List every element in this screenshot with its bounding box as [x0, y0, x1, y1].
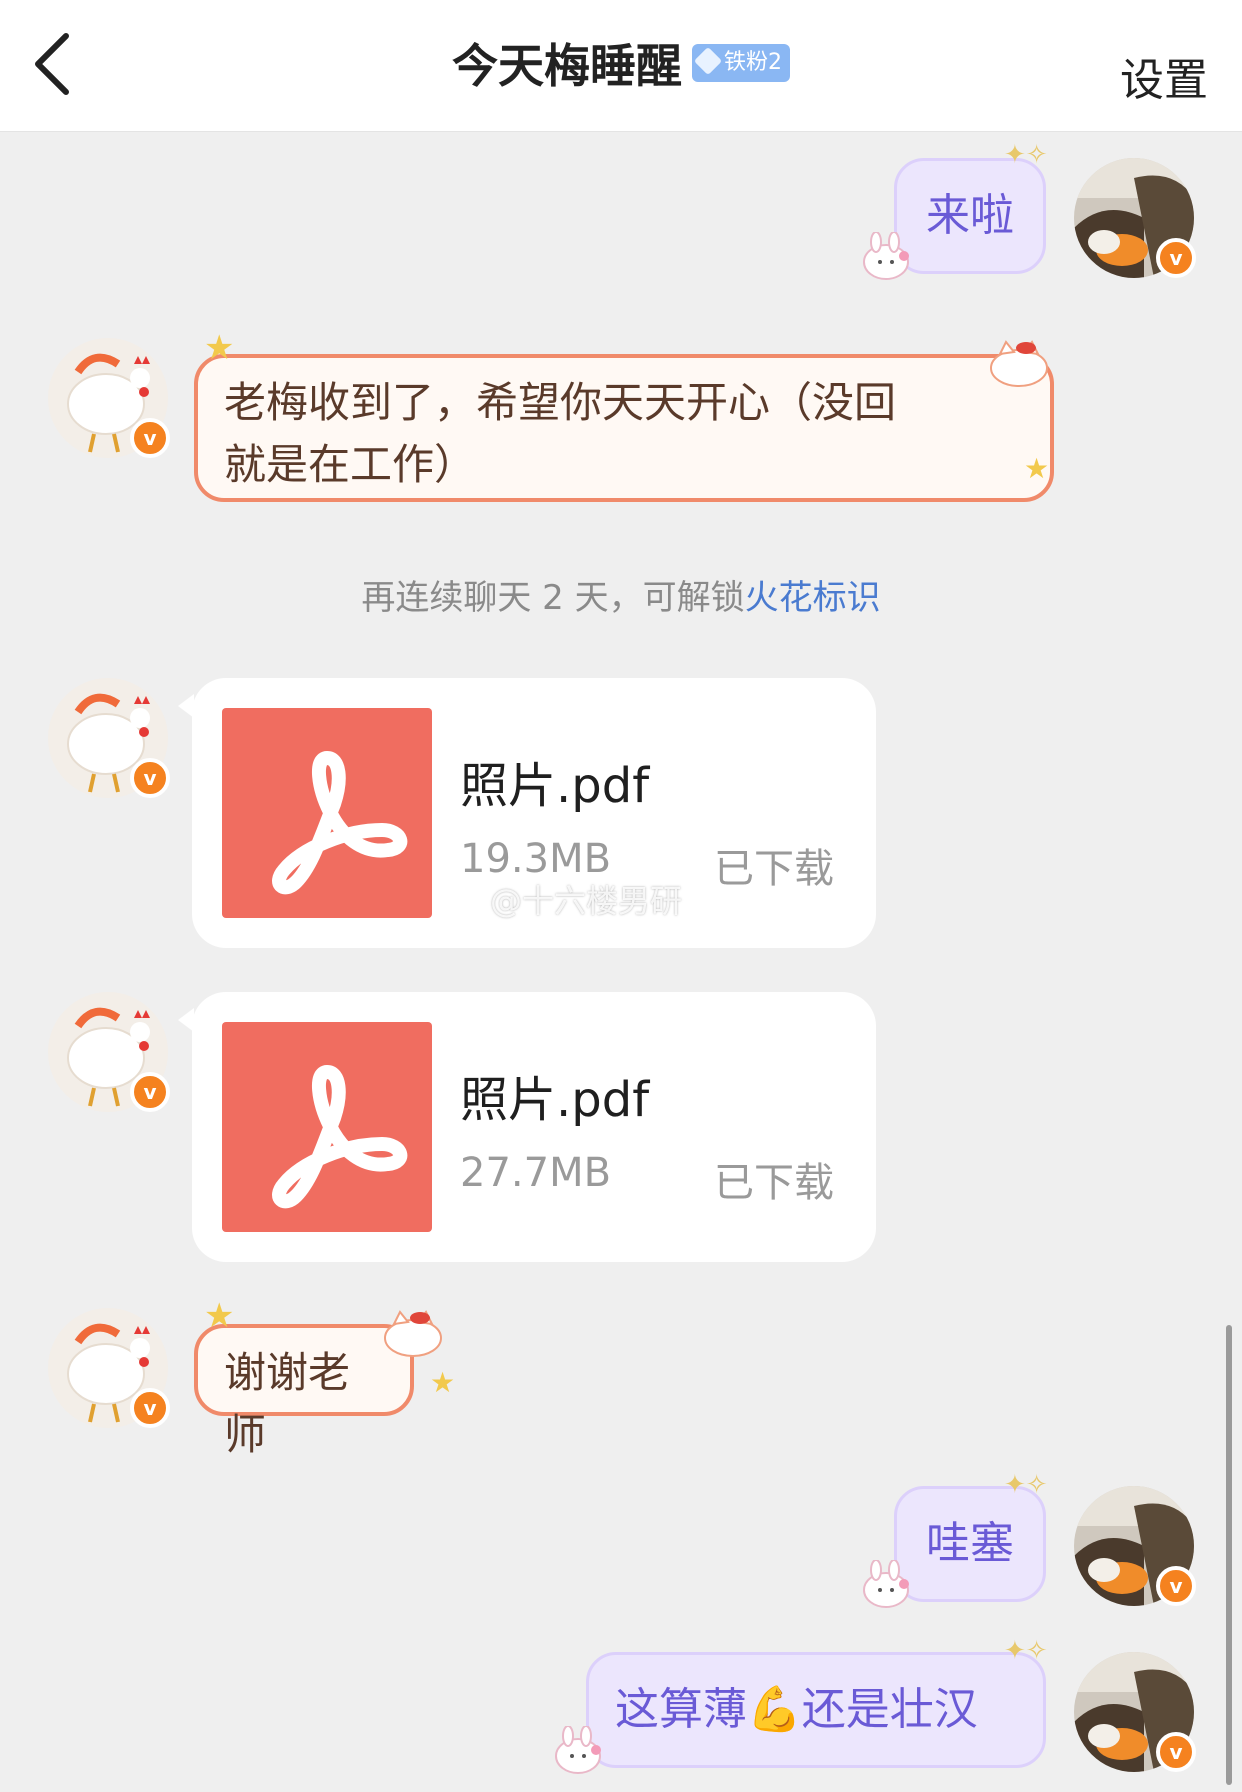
adobe-pdf-icon	[222, 708, 432, 918]
sparkle-icon: ✦✧	[1004, 140, 1048, 170]
sparkle-icon: ✦✧	[1004, 1470, 1048, 1500]
message-text-line: 就是在工作）	[224, 440, 477, 489]
verified-v-icon: v	[130, 758, 170, 798]
bunny-sticker-icon	[863, 1560, 909, 1608]
message-text: 谢谢老师	[224, 1348, 351, 1459]
message-bubble-outgoing[interactable]: 哇塞	[894, 1486, 1046, 1602]
message-bubble-outgoing[interactable]: 来啦	[894, 158, 1046, 274]
file-name: 照片.pdf	[460, 758, 650, 814]
avatar-contact[interactable]: v	[48, 992, 170, 1112]
fan-level-badge: 铁粉2	[692, 44, 790, 82]
file-size: 27.7MB	[460, 1150, 612, 1196]
message-text: 来啦	[926, 190, 1014, 241]
file-download-status: 已下载	[714, 1160, 834, 1206]
cat-sticker-icon	[384, 1310, 442, 1357]
verified-v-icon: v	[130, 418, 170, 458]
avatar-self[interactable]: v	[1074, 158, 1196, 278]
bunny-sticker-icon	[555, 1726, 601, 1774]
adobe-pdf-icon	[222, 1022, 432, 1232]
fan-badge-label: 铁粉2	[724, 50, 782, 75]
message-bubble-incoming[interactable]: 老梅收到了，希望你天天开心（没回 就是在工作）	[194, 354, 1054, 502]
avatar-self[interactable]: v	[1074, 1486, 1196, 1606]
system-notice: 再连续聊天 2 天，可解锁火花标识	[0, 570, 1242, 619]
avatar-self[interactable]: v	[1074, 1652, 1196, 1772]
star-icon: ★	[204, 328, 235, 368]
message-bubble-outgoing[interactable]: 这算薄💪还是壮汉	[586, 1652, 1046, 1768]
message-text: 哇塞	[926, 1518, 1014, 1569]
message-text-line: 老梅收到了，希望你天天开心（没回	[224, 378, 897, 427]
bunny-sticker-icon	[863, 232, 909, 280]
system-notice-text: 再连续聊天 2 天，可解锁	[361, 578, 745, 618]
star-icon: ★	[1024, 452, 1050, 485]
bubble-tail	[178, 694, 194, 718]
scrollbar[interactable]	[1226, 1325, 1232, 1785]
page-title: 今天梅睡醒	[452, 39, 682, 93]
verified-v-icon: v	[1156, 1732, 1196, 1772]
avatar-contact[interactable]: v	[48, 678, 170, 798]
message-text: 还是壮汉	[801, 1684, 978, 1735]
file-download-status: 已下载	[714, 846, 834, 892]
verified-v-icon: v	[1156, 238, 1196, 278]
settings-button[interactable]: 设置	[1120, 44, 1208, 108]
title-area: 今天梅睡醒 铁粉2	[0, 30, 1242, 96]
flexed-biceps-emoji: 💪	[747, 1684, 802, 1735]
diamond-icon	[693, 46, 723, 76]
sparkle-icon: ✦✧	[1004, 1636, 1048, 1666]
watermark: @十六楼男研	[490, 882, 683, 920]
avatar-contact[interactable]: v	[48, 1308, 170, 1428]
verified-v-icon: v	[1156, 1566, 1196, 1606]
spark-badge-link[interactable]: 火花标识	[745, 578, 881, 618]
chat-header: 今天梅睡醒 铁粉2 设置	[0, 0, 1242, 132]
file-message-card[interactable]: 照片.pdf 27.7MB 已下载	[178, 992, 876, 1262]
file-name: 照片.pdf	[460, 1072, 650, 1128]
star-icon: ★	[204, 1296, 235, 1336]
verified-v-icon: v	[130, 1072, 170, 1112]
avatar-contact[interactable]: v	[48, 338, 170, 458]
star-icon: ★	[430, 1366, 456, 1399]
cat-sticker-icon	[990, 340, 1048, 387]
message-text: 这算薄	[615, 1684, 747, 1735]
verified-v-icon: v	[130, 1388, 170, 1428]
bubble-tail	[178, 1008, 194, 1032]
